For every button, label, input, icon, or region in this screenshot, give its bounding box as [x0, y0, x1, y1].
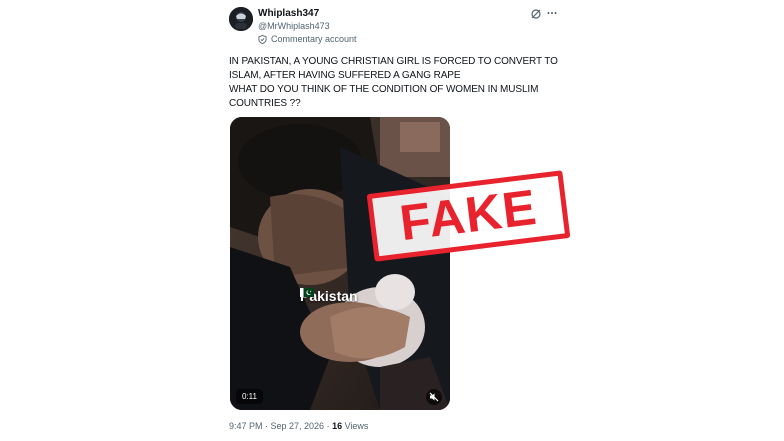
shield-icon — [258, 35, 267, 44]
video-duration: 0:11 — [236, 389, 263, 404]
tweet-timestamp[interactable]: 9:47 PM · Sep 27, 2026 · — [229, 421, 332, 431]
views-label: Views — [342, 421, 369, 431]
tweet-meta: 9:47 PM · Sep 27, 2026 · 16 Views — [229, 421, 368, 432]
user-handle[interactable]: @MrWhiplash473 — [258, 21, 330, 32]
tweet-text-line: ISLAM, AFTER HAVING SUFFERED A GANG RAPE — [229, 70, 461, 81]
commentary-label: Commentary account — [258, 34, 357, 45]
display-name[interactable]: Whiplash347 — [258, 8, 319, 20]
commentary-text: Commentary account — [271, 34, 357, 44]
pakistan-flag-icon — [300, 288, 314, 297]
tweet-text: IN PAKISTAN, A YOUNG CHRISTIAN GIRL IS F… — [229, 55, 559, 111]
mute-button[interactable] — [426, 389, 442, 405]
avatar[interactable] — [229, 7, 253, 31]
tweet-text-line: IN PAKISTAN, A YOUNG CHRISTIAN GIRL IS F… — [229, 56, 558, 67]
more-icon[interactable] — [546, 7, 558, 19]
tweet-text-line: WHAT DO YOU THINK OF THE CONDITION OF WO… — [229, 84, 539, 95]
views-count: 16 — [332, 421, 343, 431]
mute-icon — [429, 392, 439, 402]
video-frame — [230, 117, 450, 410]
grok-icon[interactable] — [530, 8, 542, 20]
video-overlay-text: Pakistan — [300, 288, 358, 304]
video-player[interactable]: Pakistan 0:11 — [230, 117, 450, 410]
tweet-text-line: COUNTRIES ?? — [229, 98, 301, 109]
